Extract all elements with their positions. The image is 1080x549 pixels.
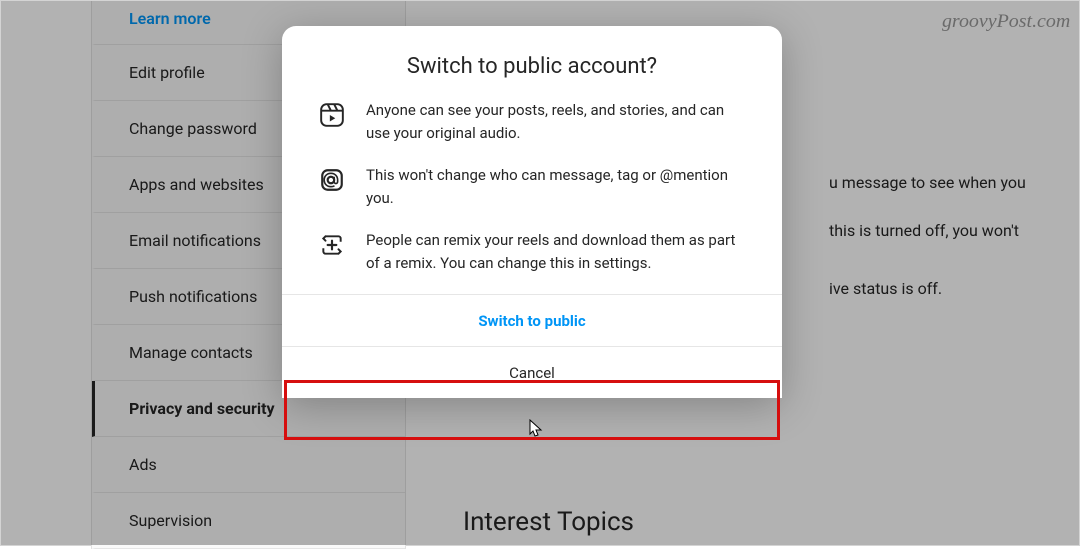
modal-info-2: This won't change who can message, tag o…	[366, 164, 746, 209]
mention-icon	[318, 166, 346, 194]
modal-info-1: Anyone can see your posts, reels, and st…	[366, 99, 746, 144]
switch-public-modal: Switch to public account? Anyone can see…	[282, 26, 782, 398]
switch-to-public-button[interactable]: Switch to public	[282, 294, 782, 346]
cancel-button[interactable]: Cancel	[282, 346, 782, 398]
modal-info-3: People can remix your reels and download…	[366, 229, 746, 274]
modal-title: Switch to public account?	[282, 26, 782, 99]
reels-icon	[318, 101, 346, 129]
remix-icon	[318, 231, 346, 259]
